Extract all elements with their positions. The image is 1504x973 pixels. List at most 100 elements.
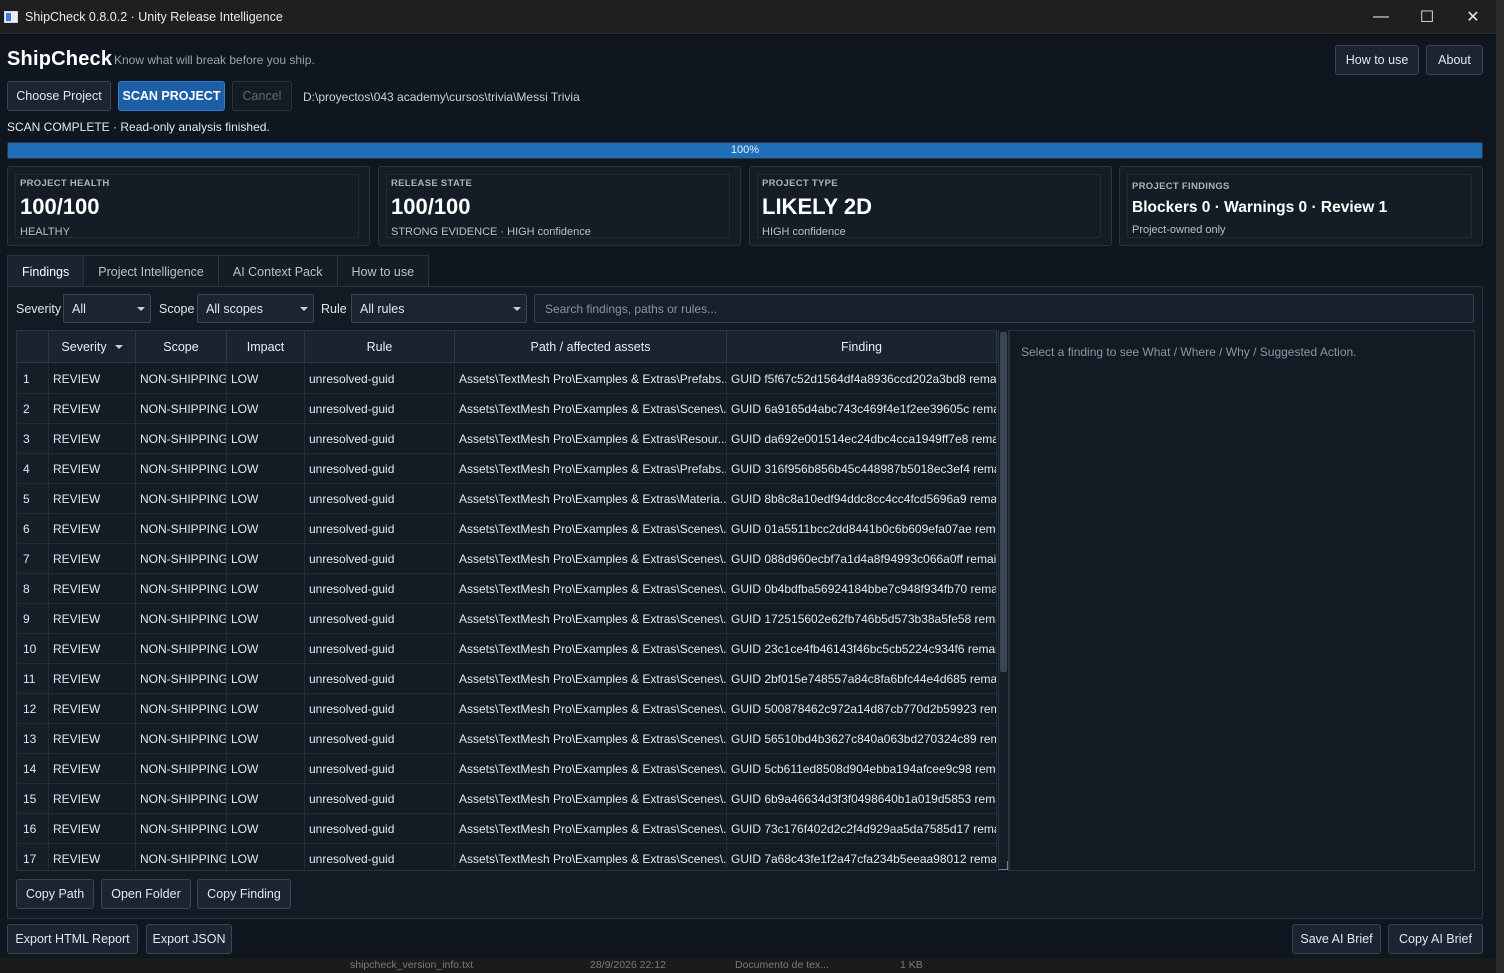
card-sub: HIGH confidence (762, 226, 846, 238)
column-header-index[interactable] (17, 331, 49, 363)
export-html-report-button[interactable]: Export HTML Report (7, 924, 138, 954)
row-index: 5 (17, 484, 49, 513)
finding-cell: GUID 5cb611ed8508d904ebba194afcee9c98 re… (727, 754, 997, 783)
tab-how-to-use[interactable]: How to use (336, 255, 430, 287)
impact-cell: LOW (227, 664, 305, 693)
table-row[interactable]: 16 REVIEW NON-SHIPPING LOW unresolved-guid As… (17, 814, 998, 844)
table-row[interactable]: 14 REVIEW NON-SHIPPING LOW unresolved-guid As… (17, 754, 998, 784)
row-index: 8 (17, 574, 49, 603)
resize-grip-icon[interactable] (999, 861, 1008, 870)
table-row[interactable]: 17 REVIEW NON-SHIPPING LOW unresolved-guid As… (17, 844, 998, 870)
app-main: ShipCheck Know what will break before yo… (0, 35, 1496, 958)
copy-finding-button[interactable]: Copy Finding (197, 879, 291, 909)
column-header-impact[interactable]: Impact (227, 331, 305, 363)
window-title: ShipCheck 0.8.0.2 · Unity Release Intell… (25, 9, 283, 24)
column-header-severity[interactable]: Severity (49, 331, 136, 363)
table-row[interactable]: 7 REVIEW NON-SHIPPING LOW unresolved-guid Ass… (17, 544, 998, 574)
column-header-scope[interactable]: Scope (136, 331, 227, 363)
scope-cell: NON-SHIPPING (136, 844, 227, 870)
path-cell: Assets\TextMesh Pro\Examples & Extras\Pr… (455, 364, 727, 393)
table-scrollbar[interactable] (999, 330, 1009, 871)
impact-cell: LOW (227, 604, 305, 633)
severity-cell: REVIEW (49, 544, 136, 573)
card-value: Blockers 0 · Warnings 0 · Review 1 (1132, 199, 1388, 216)
table-body: 1 REVIEW NON-SHIPPING LOW unresolved-guid Ass… (17, 364, 998, 870)
table-row[interactable]: 11 REVIEW NON-SHIPPING LOW unresolved-guid As… (17, 664, 998, 694)
table-row[interactable]: 9 REVIEW NON-SHIPPING LOW unresolved-guid Ass… (17, 604, 998, 634)
rule-cell: unresolved-guid (305, 514, 455, 543)
finding-cell: GUID 316f956b856b45c448987b5018ec3ef4 re… (727, 454, 997, 483)
tab-findings[interactable]: Findings (7, 255, 85, 287)
rule-filter-label: Rule (321, 302, 347, 316)
rule-select[interactable]: All rules (351, 294, 527, 323)
copy-ai-brief-button[interactable]: Copy AI Brief (1388, 924, 1483, 954)
background-file-date: 28/9/2026 22:12 (590, 959, 666, 971)
column-header-finding[interactable]: Finding (727, 331, 997, 363)
path-cell: Assets\TextMesh Pro\Examples & Extras\Sc… (455, 694, 727, 723)
impact-cell: LOW (227, 844, 305, 870)
column-header-rule[interactable]: Rule (305, 331, 455, 363)
about-button[interactable]: About (1426, 45, 1483, 75)
card-value: 100/100 (20, 194, 100, 219)
finding-cell: GUID 23c1ce4fb46143f46bc5cb5224c934f6 re… (727, 634, 997, 663)
impact-cell: LOW (227, 424, 305, 453)
table-row[interactable]: 15 REVIEW NON-SHIPPING LOW unresolved-guid As… (17, 784, 998, 814)
scope-cell: NON-SHIPPING (136, 814, 227, 843)
table-row[interactable]: 8 REVIEW NON-SHIPPING LOW unresolved-guid Ass… (17, 574, 998, 604)
severity-cell: REVIEW (49, 814, 136, 843)
table-row[interactable]: 3 REVIEW NON-SHIPPING LOW unresolved-guid Ass… (17, 424, 998, 454)
table-row[interactable]: 6 REVIEW NON-SHIPPING LOW unresolved-guid Ass… (17, 514, 998, 544)
choose-project-button[interactable]: Choose Project (7, 81, 111, 111)
scan-project-button[interactable]: SCAN PROJECT (118, 81, 225, 111)
rule-cell: unresolved-guid (305, 634, 455, 663)
card-value: LIKELY 2D (762, 194, 873, 219)
copy-path-button[interactable]: Copy Path (16, 879, 94, 909)
how-to-use-button[interactable]: How to use (1335, 45, 1419, 75)
table-row[interactable]: 5 REVIEW NON-SHIPPING LOW unresolved-guid Ass… (17, 484, 998, 514)
severity-cell: REVIEW (49, 634, 136, 663)
close-icon[interactable]: ✕ (1450, 0, 1496, 34)
finding-cell: GUID 0b4bdfba56924184bbe7c948f934fb70 re… (727, 574, 997, 603)
export-json-button[interactable]: Export JSON (146, 924, 232, 954)
impact-cell: LOW (227, 784, 305, 813)
tab-ai-context-pack[interactable]: AI Context Pack (217, 255, 338, 287)
rule-cell: unresolved-guid (305, 394, 455, 423)
tab-project-intelligence[interactable]: Project Intelligence (83, 255, 219, 287)
card-sub: Project-owned only (1132, 224, 1226, 236)
table-row[interactable]: 13 REVIEW NON-SHIPPING LOW unresolved-guid As… (17, 724, 998, 754)
project-type-card: PROJECT TYPE LIKELY 2D HIGH confidence (749, 166, 1112, 246)
card-label: PROJECT TYPE (762, 178, 838, 189)
row-index: 6 (17, 514, 49, 543)
path-cell: Assets\TextMesh Pro\Examples & Extras\Sc… (455, 544, 727, 573)
rule-cell: unresolved-guid (305, 814, 455, 843)
table-row[interactable]: 1 REVIEW NON-SHIPPING LOW unresolved-guid Ass… (17, 364, 998, 394)
scope-select[interactable]: All scopes (197, 294, 314, 323)
maximize-icon[interactable]: ☐ (1404, 0, 1450, 34)
scope-cell: NON-SHIPPING (136, 484, 227, 513)
minimize-icon[interactable]: — (1358, 0, 1404, 34)
background-explorer-row: shipcheck_version_info.txt 28/9/2026 22:… (0, 958, 1496, 973)
impact-cell: LOW (227, 724, 305, 753)
impact-cell: LOW (227, 364, 305, 393)
severity-select[interactable]: All (63, 294, 151, 323)
table-row[interactable]: 4 REVIEW NON-SHIPPING LOW unresolved-guid Ass… (17, 454, 998, 484)
path-cell: Assets\TextMesh Pro\Examples & Extras\Ma… (455, 484, 727, 513)
open-folder-button[interactable]: Open Folder (101, 879, 191, 909)
app-icon (4, 10, 18, 23)
rule-cell: unresolved-guid (305, 544, 455, 573)
save-ai-brief-button[interactable]: Save AI Brief (1292, 924, 1381, 954)
brand-title: ShipCheck (7, 48, 113, 70)
scrollbar-thumb[interactable] (1000, 332, 1007, 672)
table-row[interactable]: 2 REVIEW NON-SHIPPING LOW unresolved-guid Ass… (17, 394, 998, 424)
scan-status: SCAN COMPLETE · Read-only analysis finis… (7, 120, 270, 134)
impact-cell: LOW (227, 694, 305, 723)
column-header-path[interactable]: Path / affected assets (455, 331, 727, 363)
table-row[interactable]: 10 REVIEW NON-SHIPPING LOW unresolved-guid As… (17, 634, 998, 664)
row-index: 17 (17, 844, 49, 870)
search-input[interactable] (534, 294, 1474, 323)
scope-cell: NON-SHIPPING (136, 664, 227, 693)
finding-cell: GUID 7a68c43fe1f2a47cfa234b5eeaa98012 re… (727, 844, 997, 870)
cancel-button[interactable]: Cancel (232, 81, 292, 111)
path-cell: Assets\TextMesh Pro\Examples & Extras\Sc… (455, 634, 727, 663)
table-row[interactable]: 12 REVIEW NON-SHIPPING LOW unresolved-guid As… (17, 694, 998, 724)
